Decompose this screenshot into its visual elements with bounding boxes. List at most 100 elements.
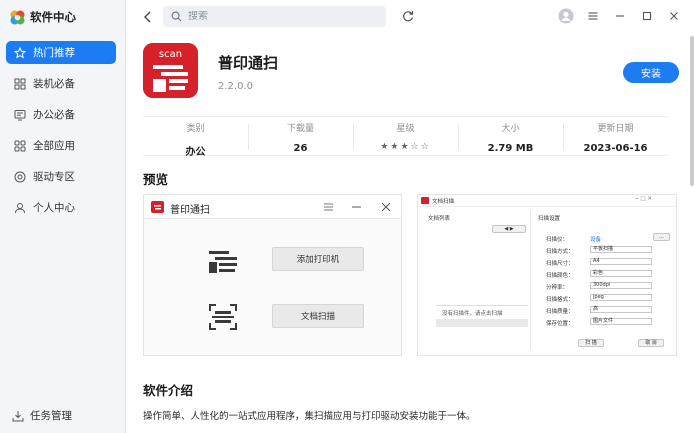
sidebar-item-label: 全部应用: [33, 140, 75, 152]
stat-label: 星级: [396, 124, 415, 134]
back-arrow-icon[interactable]: [140, 9, 156, 25]
sidebar-item-all-apps[interactable]: 全部应用: [6, 134, 116, 157]
search-input[interactable]: [188, 11, 378, 22]
stat-category: 类别 办公: [143, 117, 248, 158]
driver-icon: [14, 171, 26, 183]
install-button[interactable]: 安装: [623, 62, 679, 83]
cancel-button: 取 消: [638, 339, 664, 347]
stat-label: 下载量: [286, 124, 314, 134]
preview-screenshot-2[interactable]: 文档扫描 ─ □ ✕ 文档列表 扫描设置 ◀ ▶ 扫描仪： 设备 ... 扫描方…: [417, 194, 677, 356]
field-value: A4: [590, 258, 652, 265]
preview-window-titlebar: 普印通扫: [144, 195, 401, 219]
app-stats: 类别 办公 下载量 26 星级 ★★★☆☆ 大小 2.79 MB 更新日期 20…: [143, 116, 668, 158]
app-store-logo-icon: [10, 9, 25, 25]
scan-button: 扫 描: [578, 339, 604, 347]
maximize-icon[interactable]: [638, 7, 656, 25]
stat-label: 更新日期: [597, 124, 634, 134]
preview-window-title: 普印通扫: [170, 205, 210, 216]
window-controls: [557, 7, 683, 25]
field-value: 300dpi: [590, 282, 652, 289]
field-value: jpeg: [590, 294, 652, 301]
app-logo-icon: [421, 197, 429, 204]
scan-settings-label: 扫描设置: [538, 216, 561, 222]
sidebar: 软件中心 热门推荐 装机必备 办公必备 全部应用 驱动专区 个人中心 任务管理: [0, 0, 126, 433]
close-icon: [382, 203, 390, 211]
sidebar-item-profile[interactable]: 个人中心: [6, 196, 116, 219]
empty-list-tip: 没有扫描件，请点击扫描: [442, 311, 503, 317]
add-printer-button: 添加打印机: [272, 247, 364, 271]
scrollbar[interactable]: [689, 34, 695, 186]
preview-window-titlebar: 文档扫描 ─ □ ✕: [418, 195, 676, 207]
grid-icon: [14, 78, 26, 90]
task-manager-label: 任务管理: [30, 410, 72, 422]
field-label: 扫描质量：: [546, 309, 574, 315]
window-controls-mini: ─ □ ✕: [635, 196, 652, 202]
field-value: 高: [590, 306, 652, 313]
scrollbar-thumb[interactable]: [690, 36, 694, 186]
document-scan-button: 文档扫描: [272, 304, 364, 328]
download-tray-icon: [12, 410, 24, 422]
office-icon: [14, 109, 26, 121]
stat-downloads: 下载量 26: [248, 117, 353, 155]
sidebar-item-drivers[interactable]: 驱动专区: [6, 165, 116, 188]
field-label: 分辨率：: [546, 285, 569, 291]
minimize-icon: [352, 206, 361, 208]
avatar-icon[interactable]: [557, 7, 575, 25]
field-value: 图片文件: [590, 318, 652, 325]
page-nav-button: ◀ ▶: [492, 225, 526, 233]
field-value: 彩色: [590, 270, 652, 277]
stat-label: 类别: [186, 124, 205, 134]
stat-value: 2023-06-16: [583, 143, 648, 154]
search-box[interactable]: [163, 6, 386, 27]
stat-rating: 星级 ★★★☆☆: [353, 117, 458, 155]
app-logo-icon: [151, 201, 164, 213]
document-list-label: 文档列表: [428, 216, 451, 222]
menu-icon[interactable]: [584, 7, 602, 25]
close-icon[interactable]: [665, 7, 683, 25]
app-detail-page: scan 普印通扫 2.2.0.0 安装 类别 办公 下载量 26 星级 ★★★…: [126, 34, 695, 433]
preview-screenshot-1[interactable]: 普印通扫 添加打印机 文档扫描: [143, 194, 402, 356]
printer-icon: [209, 251, 237, 273]
star-icon: [14, 46, 26, 59]
menu-icon: [324, 203, 333, 211]
field-label: 扫描颜色：: [546, 273, 574, 279]
intro-text: 操作简单、人性化的一站式应用程序，集扫描应用与打印驱动安装功能于一体。: [143, 411, 476, 422]
stat-value: 办公: [185, 147, 206, 158]
sidebar-nav: 热门推荐 装机必备 办公必备 全部应用 驱动专区 个人中心: [6, 41, 116, 227]
sidebar-item-label: 热门推荐: [33, 47, 75, 59]
sidebar-item-essentials[interactable]: 装机必备: [6, 72, 116, 95]
scan-icon: [209, 304, 237, 330]
field-label: 保存位置：: [546, 321, 574, 327]
brand: 软件中心: [10, 8, 76, 26]
app-store-title: 软件中心: [30, 10, 76, 24]
sidebar-item-label: 办公必备: [33, 109, 75, 121]
field-label: 扫描格式：: [546, 297, 574, 303]
panel-divider: [530, 210, 531, 350]
top-bar: [126, 0, 695, 34]
sidebar-item-hot[interactable]: 热门推荐: [6, 41, 116, 64]
stat-label: 大小: [501, 124, 520, 134]
apps-icon: [14, 140, 26, 152]
stat-value: 26: [293, 143, 308, 154]
app-version: 2.2.0.0: [218, 81, 253, 92]
minimize-icon[interactable]: [611, 7, 629, 25]
app-logo-text: scan: [159, 49, 182, 60]
sidebar-item-label: 装机必备: [33, 78, 75, 90]
app-logo-icon: scan: [143, 43, 198, 98]
stat-updated: 更新日期 2023-06-16: [563, 117, 668, 155]
refresh-icon[interactable]: [401, 9, 415, 23]
sidebar-item-label: 驱动专区: [33, 171, 75, 183]
preview-window-title: 文档扫描: [432, 199, 455, 205]
field-label: 扫描仪：: [546, 237, 569, 243]
browse-button: ...: [653, 233, 670, 241]
intro-heading: 软件介绍: [143, 383, 194, 398]
search-icon: [171, 11, 182, 22]
star-rating: ★★★☆☆: [380, 142, 431, 152]
field-label: 扫描尺寸：: [546, 261, 574, 267]
preview-heading: 预览: [143, 172, 169, 187]
sidebar-item-office[interactable]: 办公必备: [6, 103, 116, 126]
task-manager-button[interactable]: 任务管理: [12, 408, 72, 423]
sidebar-item-label: 个人中心: [33, 202, 75, 214]
device-link: 设备: [590, 237, 602, 243]
field-value: 平板扫描: [590, 246, 652, 253]
